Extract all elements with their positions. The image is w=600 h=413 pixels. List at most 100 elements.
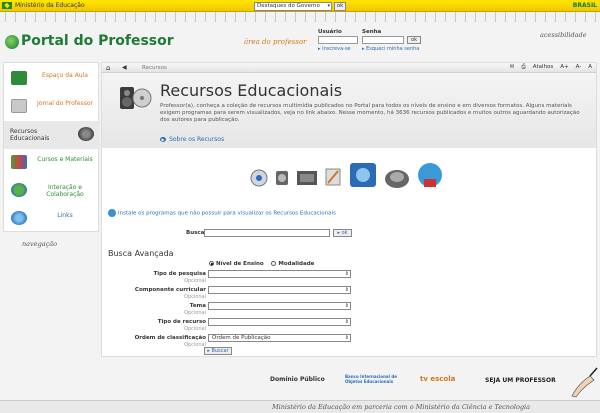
radio-modalidade-label: Modalidade: [278, 261, 315, 267]
sidebar-item-label: Links: [57, 212, 73, 219]
sidebar-item-label: Interação e Colaboração: [46, 184, 84, 198]
toolbar-tools: ✉ ⎙ Atalhos A+ A- A: [510, 64, 592, 71]
select-arrow-icon: ⇕: [344, 335, 349, 341]
sidebar-item-jornal[interactable]: Jornal do Professor: [4, 93, 100, 121]
dominio-publico-logo[interactable]: Domínio Público: [270, 376, 325, 383]
people-icon: [11, 183, 27, 197]
usuario-input[interactable]: [318, 36, 358, 44]
seja-professor-logo[interactable]: SEJA UM PROFESSOR: [485, 377, 556, 384]
sidebar-item-recursos[interactable]: Recursos Educacionais: [4, 121, 100, 149]
video-icon[interactable]: [296, 169, 318, 187]
sidebar-item-interacao[interactable]: Interação e Colaboração: [4, 177, 100, 205]
buscar-label: Buscar: [211, 348, 229, 354]
select-arrow-icon: ⇕: [344, 287, 349, 293]
home-icon[interactable]: ⌂: [106, 64, 110, 72]
font-decrease-button[interactable]: A-: [576, 64, 582, 71]
sidebar-item-cursos[interactable]: Cursos e Materiais: [4, 149, 100, 177]
sidebar-item-links[interactable]: Links: [4, 205, 100, 233]
map-icon[interactable]: [324, 167, 342, 187]
font-normal-button[interactable]: A: [588, 64, 592, 71]
search-mode-radios: Nível de Ensino Modalidade: [209, 261, 314, 267]
radio-nivel-label: Nível de Ensino: [216, 261, 264, 267]
buscar-button[interactable]: ▸ Buscar: [204, 347, 232, 355]
search-input[interactable]: [204, 229, 330, 237]
install-link-text: Instale os programas que não possuir par…: [118, 210, 336, 217]
back-arrow-icon[interactable]: ◀: [122, 64, 127, 71]
banco-objetos-logo[interactable]: Banco Internacional de Objetos Educacion…: [345, 374, 405, 384]
optional-label: Opcional: [184, 278, 206, 284]
media-icon: [78, 127, 94, 141]
sidebar-item-label: Cursos e Materiais: [37, 156, 93, 163]
page-title: Recursos Educacionais: [160, 81, 343, 100]
select-arrow-icon: ⇕: [344, 271, 349, 277]
tema-select[interactable]: ⇕: [208, 302, 351, 310]
spiral-decoration: [0, 12, 600, 22]
ministry-link[interactable]: Ministério da Educação: [15, 2, 85, 9]
atalhos-link[interactable]: Atalhos: [533, 64, 553, 71]
search-ok-button[interactable]: ▸ ok: [333, 229, 352, 237]
field-label: Ordem de classificação: [134, 335, 206, 341]
government-bar: Ministério da Educação Destaques do Gove…: [0, 0, 600, 12]
radio-modalidade[interactable]: [271, 261, 277, 266]
sidebar-item-espaco-aula[interactable]: Espaço da Aula: [4, 65, 100, 93]
government-highlights-select[interactable]: Destaques do Governo ▾: [254, 2, 332, 11]
sidebar-item-label: Recursos Educacionais: [10, 128, 50, 142]
font-increase-button[interactable]: A+: [560, 64, 568, 71]
tipo-pesquisa-select[interactable]: ⇕: [208, 270, 351, 278]
tv-escola-logo[interactable]: tv escola: [420, 375, 455, 383]
hand-pen-icon: [571, 367, 598, 398]
header: Portal do Professor área do professor Us…: [0, 22, 600, 62]
accessibility-link[interactable]: acessibilidade: [540, 31, 587, 39]
register-link-text: Inscreva-se: [322, 46, 351, 52]
field-tipo-recurso: Tipo de recurso Opcional ⇕: [102, 318, 596, 334]
brasil-logo[interactable]: BRASIL: [573, 2, 597, 9]
login-ok-button[interactable]: ok: [407, 36, 421, 44]
media-type-icons: [250, 155, 450, 195]
radio-nivel-ensino[interactable]: [209, 261, 214, 266]
toolbar: ⌂ ◀ Recursos ✉ ⎙ Atalhos A+ A- A: [102, 63, 596, 73]
chalkboard-icon: [11, 71, 27, 85]
tipo-recurso-select[interactable]: ⇕: [208, 318, 351, 326]
books-icon: [11, 155, 27, 169]
field-label: Tipo de pesquisa: [153, 271, 206, 277]
newspaper-icon: [11, 99, 27, 113]
email-icon[interactable]: ✉: [510, 64, 515, 71]
sidebar: Espaço da Aula Jornal do Professor Recur…: [3, 62, 100, 233]
select-value: Ordem de Publicação: [212, 335, 271, 341]
senha-label: Senha: [362, 29, 382, 35]
field-label: Componente curricular: [134, 287, 206, 293]
sidebar-item-label: Espaço da Aula: [42, 72, 88, 79]
field-ordem-classificacao: Ordem de classificação Opcional Ordem de…: [102, 334, 596, 350]
banner: Recursos Educacionais Professor(a), conh…: [102, 73, 596, 148]
audio-icon[interactable]: [250, 169, 268, 187]
footer-tagline: Ministério da Educação em parceria com o…: [272, 403, 531, 411]
sidebar-item-label: Jornal do Professor: [37, 100, 93, 107]
search-label: Busca: [186, 230, 205, 236]
partners-bar: Domínio Público Banco Internacional de O…: [270, 372, 600, 390]
senha-input[interactable]: [362, 36, 404, 44]
install-programs-link[interactable]: Instale os programas que não possuir par…: [108, 209, 336, 217]
forgot-password-link[interactable]: ▸ Esqueci minha senha: [362, 46, 419, 52]
experiment-icon[interactable]: [348, 159, 378, 189]
register-link[interactable]: ▸ Inscreva-se: [318, 46, 351, 52]
site-logo[interactable]: Portal do Professor: [21, 33, 174, 49]
hypertext-icon[interactable]: [384, 165, 410, 189]
optional-label: Opcional: [184, 342, 206, 348]
about-resources-link[interactable]: Sobre os Recursos: [160, 136, 224, 143]
field-label: Tema: [189, 303, 206, 309]
optional-label: Opcional: [184, 310, 206, 316]
main-content: ⌂ ◀ Recursos ✉ ⎙ Atalhos A+ A- A Recurso…: [101, 62, 597, 357]
animation-icon[interactable]: [274, 169, 290, 187]
componente-curricular-select[interactable]: ⇕: [208, 286, 351, 294]
software-icon[interactable]: [416, 159, 444, 189]
brazil-flag-icon: [2, 2, 12, 9]
field-tema: Tema Opcional ⇕: [102, 302, 596, 318]
page-description: Professor(a), conheça a coleção de recur…: [160, 103, 580, 123]
ordem-classificacao-select[interactable]: Ordem de Publicação ⇕: [208, 334, 351, 342]
select-arrow-icon: ⇕: [344, 319, 349, 325]
print-icon[interactable]: ⎙: [521, 64, 525, 71]
gov-ok-button[interactable]: ok: [334, 2, 346, 11]
breadcrumb[interactable]: Recursos: [142, 65, 167, 71]
select-value: Destaques do Governo: [257, 3, 320, 9]
optional-label: Opcional: [184, 294, 206, 300]
